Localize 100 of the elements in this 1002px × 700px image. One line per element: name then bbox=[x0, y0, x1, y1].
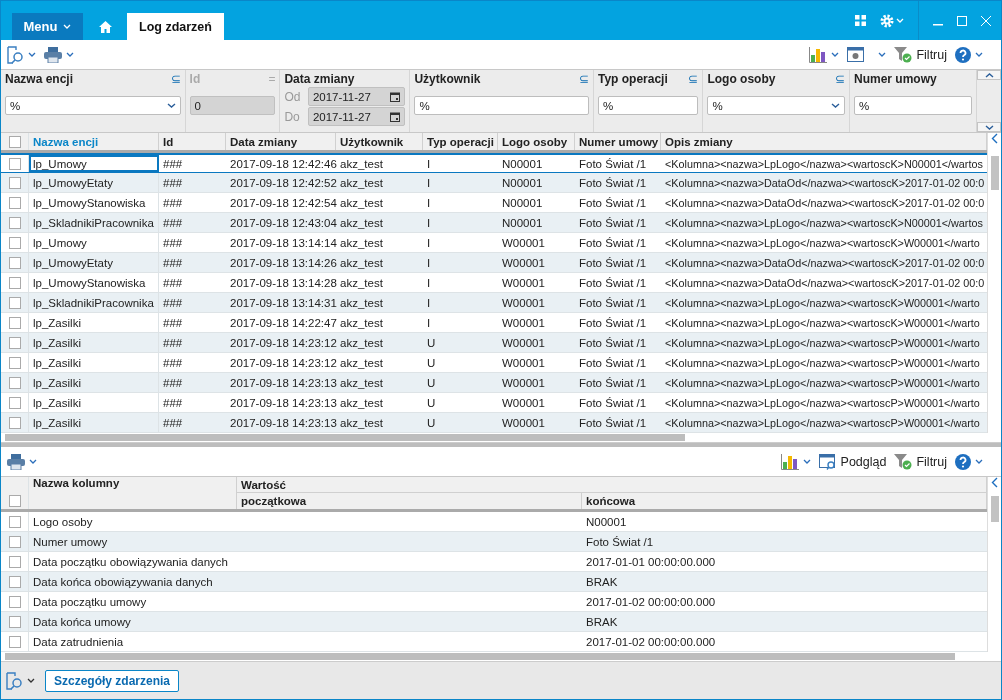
expand-button[interactable] bbox=[977, 122, 1001, 132]
checkbox[interactable] bbox=[8, 356, 21, 369]
apps-button[interactable] bbox=[855, 15, 866, 26]
table-row[interactable]: lp_Umowy ### 2017-09-18 13:14:14 akz_test I W00001 Foto Świat /1 <Kolumna><nazwa>LpLogo</nazwa><wartoscK>W00001</warto bbox=[1, 233, 987, 253]
filter-button[interactable]: Filtruj bbox=[894, 453, 947, 470]
settings-button[interactable] bbox=[847, 47, 887, 62]
checkbox[interactable] bbox=[8, 176, 21, 189]
table-cell-text: ### bbox=[162, 355, 184, 371]
column-header[interactable]: Id bbox=[159, 133, 226, 150]
help-button[interactable] bbox=[955, 46, 983, 63]
dropdown-field[interactable]: % bbox=[5, 96, 181, 115]
search-button[interactable] bbox=[7, 45, 36, 64]
table-cell-text: ### bbox=[162, 215, 184, 231]
table-cell-text: Foto Świat /1 bbox=[578, 375, 648, 391]
maximize-button[interactable] bbox=[957, 15, 967, 26]
column-header[interactable]: Data zmiany bbox=[226, 133, 336, 150]
checkbox[interactable] bbox=[8, 555, 21, 568]
text-field[interactable]: % bbox=[598, 96, 699, 115]
chart-button[interactable] bbox=[809, 46, 840, 63]
dropdown-field[interactable]: % bbox=[707, 96, 845, 115]
search-button[interactable] bbox=[6, 671, 35, 690]
checkbox[interactable] bbox=[8, 635, 21, 648]
checkbox[interactable] bbox=[8, 196, 21, 209]
checkbox[interactable] bbox=[8, 336, 21, 349]
event-details-button[interactable]: Szczegóły zdarzenia bbox=[45, 669, 180, 692]
checkbox[interactable] bbox=[8, 595, 21, 608]
checkbox[interactable] bbox=[8, 316, 21, 329]
operator-sign[interactable]: ⊆ bbox=[688, 72, 699, 96]
scrollbar-thumb[interactable] bbox=[5, 653, 955, 660]
table-cell-text: 2017-09-18 12:42:46 bbox=[229, 156, 336, 172]
table-row[interactable]: lp_Zasilki ### 2017-09-18 14:23:13 akz_test U W00001 Foto Świat /1 <Kolumna><nazwa>LpLogo</nazwa><wartoscP>W00001</warto bbox=[1, 393, 987, 413]
print-button[interactable] bbox=[44, 46, 74, 63]
checkbox[interactable] bbox=[8, 236, 21, 249]
print-button[interactable] bbox=[7, 453, 37, 470]
chart-button[interactable] bbox=[780, 453, 811, 470]
table-row[interactable]: lp_Zasilki ### 2017-09-18 14:23:12 akz_test U W00001 Foto Świat /1 <Kolumna><nazwa>LpLogo</nazwa><wartoscP>W00001</warto bbox=[1, 353, 987, 373]
table-cell-text: Foto Świat /1 bbox=[578, 415, 648, 431]
checkbox[interactable] bbox=[8, 157, 21, 170]
tab[interactable]: Log zdarzeń bbox=[127, 13, 224, 40]
calendar-icon[interactable] bbox=[390, 111, 401, 122]
checkbox[interactable] bbox=[8, 296, 21, 309]
table-cell-text: Foto Świat /1 bbox=[578, 235, 648, 251]
table-row[interactable]: lp_Zasilki ### 2017-09-18 14:23:13 akz_test U W00001 Foto Świat /1 <Kolumna><nazwa>LpLogo</nazwa><wartoscP>W00001</warto bbox=[1, 373, 987, 393]
date-field[interactable]: 2017-11-27 bbox=[307, 87, 406, 106]
checkbox[interactable] bbox=[8, 615, 21, 628]
checkbox[interactable] bbox=[8, 416, 21, 429]
checkbox[interactable] bbox=[8, 216, 21, 229]
table-row[interactable]: lp_UmowyStanowiska ### 2017-09-18 13:14:28 akz_test I W00001 Foto Świat /1 <Kolumna><nazwa>DataOd</nazwa><wartoscK>2017-01-02 00:0 bbox=[1, 273, 987, 293]
column-header[interactable]: Numer umowy bbox=[575, 133, 661, 150]
column-header[interactable]: Nazwa kolumny bbox=[29, 477, 237, 509]
table-cell-text: N00001 bbox=[501, 215, 544, 231]
table-cell: lp_Zasilki bbox=[29, 413, 159, 432]
column-header[interactable]: Nazwa encji bbox=[29, 133, 159, 150]
checkbox[interactable] bbox=[8, 276, 21, 289]
checkbox[interactable] bbox=[8, 495, 21, 507]
table-row[interactable]: lp_UmowyEtaty ### 2017-09-18 13:14:26 akz_test I W00001 Foto Świat /1 <Kolumna><nazwa>DataOd</nazwa><wartoscK>2017-01-02 00:0 bbox=[1, 253, 987, 273]
table-row[interactable]: lp_Zasilki ### 2017-09-18 14:23:13 akz_test U W00001 Foto Świat /1 <Kolumna><nazwa>LpLogo</nazwa><wartoscP>W00001</warto bbox=[1, 413, 987, 433]
calendar-icon[interactable] bbox=[390, 91, 401, 102]
close-button[interactable] bbox=[981, 15, 991, 26]
preview-button[interactable]: Podgląd bbox=[818, 453, 887, 470]
table-cell: lp_Zasilki bbox=[29, 313, 159, 332]
table-row[interactable]: lp_Zasilki ### 2017-09-18 14:22:47 akz_test I W00001 Foto Świat /1 <Kolumna><nazwa>LpLogo</nazwa><wartoscK>W00001</warto bbox=[1, 313, 987, 333]
operator-sign[interactable]: ⊆ bbox=[170, 72, 181, 96]
table-row[interactable]: lp_Zasilki ### 2017-09-18 14:23:12 akz_test U W00001 Foto Świat /1 <Kolumna><nazwa>LpLogo</nazwa><wartoscP>W00001</warto bbox=[1, 333, 987, 353]
operator-sign[interactable]: ⊆ bbox=[579, 72, 589, 96]
checkbox[interactable] bbox=[8, 515, 21, 528]
text-field[interactable]: % bbox=[414, 96, 589, 115]
column-header[interactable]: Typ operacji bbox=[423, 133, 498, 150]
settings-button[interactable] bbox=[880, 13, 904, 28]
date-field[interactable]: 2017-11-27 bbox=[307, 107, 406, 126]
table-row[interactable]: lp_UmowyEtaty ### 2017-09-18 12:42:52 akz_test I N00001 Foto Świat /1 <Kolumna><nazwa>DataOd</nazwa><wartoscK>2017-01-02 00:0 bbox=[1, 173, 987, 193]
column-header[interactable]: końcowa bbox=[582, 493, 987, 509]
collapse-button[interactable] bbox=[977, 70, 1001, 80]
checkbox[interactable] bbox=[8, 376, 21, 389]
column-header[interactable]: Logo osoby bbox=[498, 133, 575, 150]
scrollbar-thumb[interactable] bbox=[5, 434, 685, 441]
column-header[interactable]: Wartość bbox=[237, 477, 987, 493]
checkbox[interactable] bbox=[8, 535, 21, 548]
table-cell-text: I bbox=[426, 295, 432, 311]
table-cell-text: Foto Świat /1 bbox=[578, 215, 648, 231]
table-cell-text: N00001 bbox=[501, 156, 544, 172]
table-row[interactable]: lp_SkladnikiPracownika ### 2017-09-18 13:14:31 akz_test I W00001 Foto Świat /1 <Kolumna><nazwa>LpLogo</nazwa><wartoscK>W00001</warto bbox=[1, 293, 987, 313]
column-header[interactable]: Użytkownik bbox=[336, 133, 423, 150]
filter-button[interactable]: Filtruj bbox=[894, 46, 947, 63]
table-row[interactable]: lp_SkladnikiPracownika ### 2017-09-18 12:43:04 akz_test I N00001 Foto Świat /1 <Kolumna><nazwa>LpLogo</nazwa><wartoscK>N00001</wartos bbox=[1, 213, 987, 233]
operator-sign[interactable]: ⊆ bbox=[835, 72, 845, 96]
help-button[interactable] bbox=[955, 453, 983, 470]
checkbox[interactable] bbox=[8, 575, 21, 588]
scrollbar-thumb[interactable] bbox=[990, 156, 999, 190]
menu-button[interactable]: Menu bbox=[12, 13, 83, 40]
table-row[interactable]: lp_UmowyStanowiska ### 2017-09-18 12:42:54 akz_test I N00001 Foto Świat /1 <Kolumna><nazwa>DataOd</nazwa><wartoscK>2017-01-02 00:0 bbox=[1, 193, 987, 213]
column-header[interactable]: początkowa bbox=[237, 493, 582, 509]
checkbox[interactable] bbox=[8, 396, 21, 409]
column-header[interactable]: Opis zmiany bbox=[661, 133, 987, 150]
scrollbar-thumb[interactable] bbox=[990, 496, 999, 522]
checkbox[interactable] bbox=[8, 256, 21, 269]
table-cell-text: BRAK bbox=[585, 574, 619, 590]
checkbox[interactable] bbox=[8, 135, 21, 148]
text-field[interactable]: % bbox=[854, 96, 972, 115]
table-row[interactable]: lp_Umowy ### 2017-09-18 12:42:46 akz_test I N00001 Foto Świat /1 <Kolumna><nazwa>LpLogo</nazwa><wartoscK>N00001</wartos bbox=[1, 153, 987, 173]
